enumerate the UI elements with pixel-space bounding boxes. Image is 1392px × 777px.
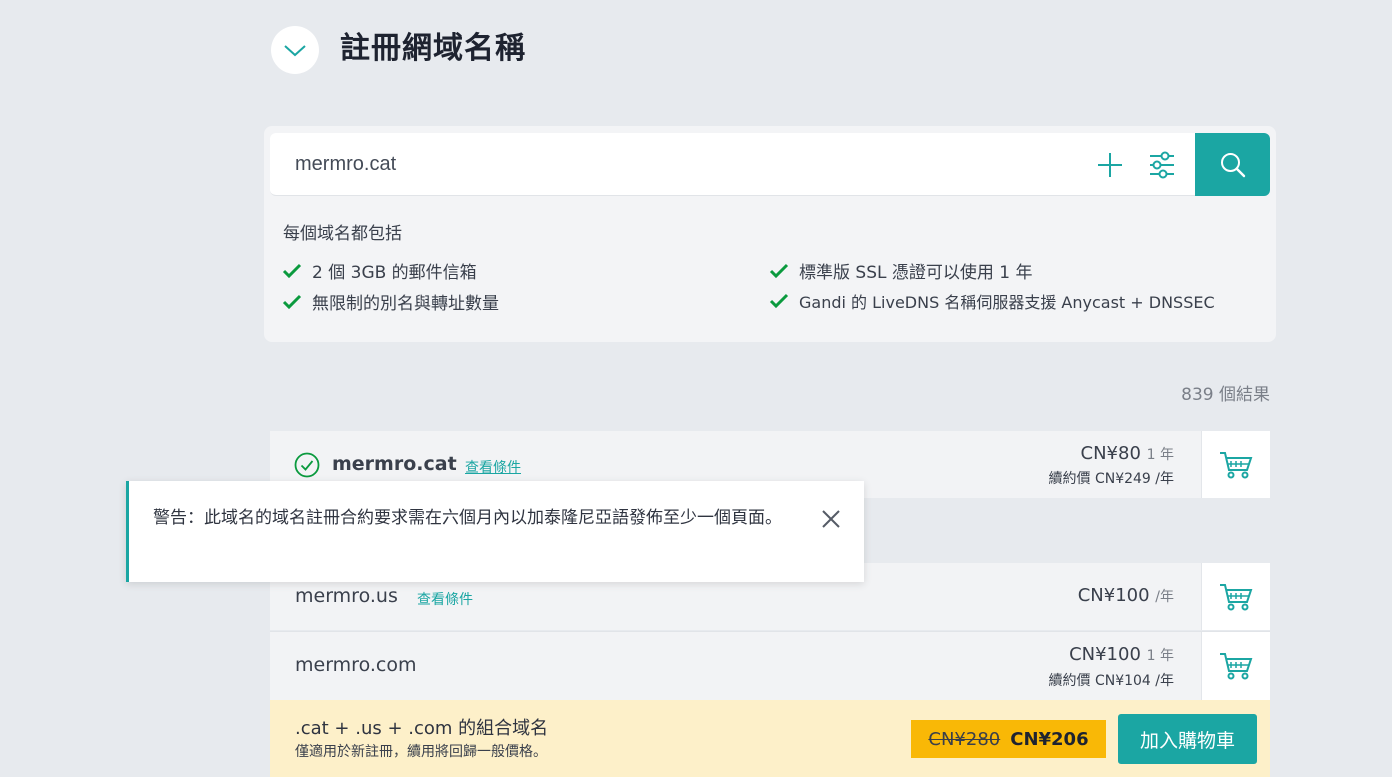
add-to-cart-button[interactable] [1201,563,1270,630]
domain-name: mermro.com [295,654,417,676]
price-unit: 1 年 [1146,447,1174,463]
add-to-cart-button[interactable] [1201,632,1270,700]
domain-name: mermro.us [295,585,398,607]
close-icon [822,510,840,528]
feature-item: 無限制的別名與轉址數量 [282,289,499,314]
available-check-icon [294,452,320,478]
renew-price: 續約價 CN¥104 /年 [1048,673,1175,689]
terms-link[interactable]: 查看條件 [417,589,473,609]
feature-label: 標準版 SSL 憑證可以使用 1 年 [799,263,1033,283]
search-input[interactable] [270,133,1070,196]
domain-row-com: mermro.com CN¥100 1 年 續約價 CN¥104 /年 [270,631,1270,700]
domain-name: mermro.cat [332,453,457,475]
feature-label: Gandi 的 LiveDNS 名稱伺服器支援 Anycast + DNSSEC [799,293,1215,312]
check-icon [769,293,799,309]
add-to-cart-button[interactable] [1201,431,1270,498]
price-value: CN¥80 [1080,443,1141,464]
price: CN¥80 1 年 [1081,443,1174,464]
price-value: CN¥100 [1069,644,1141,665]
plus-icon [1098,153,1122,177]
close-button[interactable] [819,507,843,531]
results-count: 839 個結果 [1181,385,1270,405]
sliders-icon [1150,151,1174,179]
price: CN¥100 1 年 [1069,644,1174,665]
bundle-title: .cat + .us + .com 的組合域名 [295,718,549,739]
bundle-offer: .cat + .us + .com 的組合域名 僅適用於新註冊，續用將回歸一般價… [270,700,1270,777]
price-unit: /年 [1155,589,1174,605]
cart-icon [1220,451,1253,478]
add-bundle-to-cart-button[interactable]: 加入購物車 [1118,714,1257,764]
bundle-price-tag: CN¥280 CN¥206 [911,720,1106,758]
check-icon [769,263,799,279]
price-value: CN¥100 [1077,585,1150,606]
price: CN¥100 /年 [1078,585,1174,606]
bundle-subtitle: 僅適用於新註冊，續用將回歸一般價格。 [295,744,547,760]
cart-icon [1220,583,1253,610]
renew-price: 續約價 CN¥249 /年 [1048,471,1175,487]
feature-label: 無限制的別名與轉址數量 [312,294,499,314]
terms-link[interactable]: 查看條件 [465,457,521,477]
collapse-button[interactable] [271,26,319,74]
cart-icon [1220,653,1253,680]
check-icon [282,294,312,310]
page-title: 註冊網域名稱 [340,31,526,66]
new-price: CN¥206 [1010,728,1089,750]
chevron-down-icon [284,45,306,57]
old-price: CN¥280 [928,728,1001,750]
feature-item: Gandi 的 LiveDNS 名稱伺服器支援 Anycast + DNSSEC [769,289,1215,313]
filter-button[interactable] [1144,147,1180,183]
warning-text: 警告：此域名的域名註冊合約要求需在六個月內以加泰隆尼亞語發佈至少一個頁面。 [153,508,782,528]
includes-title: 每個域名都包括 [283,224,402,244]
add-domain-button[interactable] [1092,147,1128,183]
search-button[interactable] [1195,133,1270,196]
feature-item: 標準版 SSL 憑證可以使用 1 年 [769,258,1032,283]
feature-item: 2 個 3GB 的郵件信箱 [282,258,477,283]
search-icon [1220,152,1245,177]
check-icon [282,263,312,279]
search-box [270,133,1195,196]
warning-popover: 警告：此域名的域名註冊合約要求需在六個月內以加泰隆尼亞語發佈至少一個頁面。 [126,481,864,582]
feature-label: 2 個 3GB 的郵件信箱 [312,263,477,283]
price-unit: 1 年 [1146,648,1174,664]
search-panel: 每個域名都包括 2 個 3GB 的郵件信箱 無限制的別名與轉址數量 標準版 SS… [264,126,1276,342]
